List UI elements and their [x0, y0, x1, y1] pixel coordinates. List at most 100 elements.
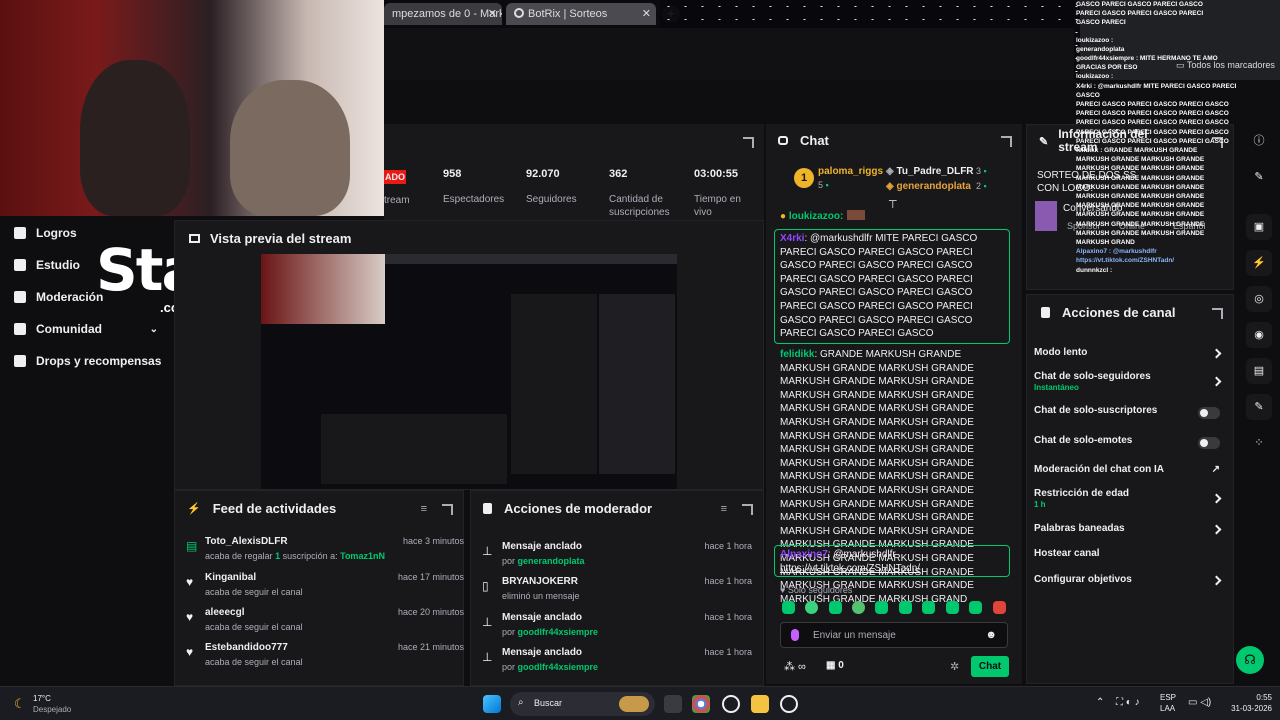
popout-icon[interactable]	[742, 504, 753, 515]
emote-button[interactable]	[922, 601, 935, 614]
apps-icon[interactable]: ⁘	[1246, 430, 1272, 456]
action-followers-only[interactable]: Chat de solo-seguidores Instantáneo	[1034, 371, 1224, 395]
overlay-line: MARKUSH GRAND	[1076, 239, 1135, 247]
emote-button[interactable]	[852, 601, 865, 614]
leader-row[interactable]: ◈ generandoplata	[886, 181, 971, 192]
action-ai-moderation[interactable]: Moderación del chat con IA ↗	[1034, 464, 1224, 486]
emote-button[interactable]	[946, 601, 959, 614]
chat-bubble-icon[interactable]: ◎	[1246, 286, 1272, 312]
close-icon[interactable]: ✕	[642, 7, 651, 20]
bolt-icon[interactable]: ⚡	[1246, 250, 1272, 276]
leader-count-value: 2	[976, 181, 982, 191]
mod-action-user[interactable]: goodlfr44xsiempre	[518, 627, 599, 637]
feed-item-user[interactable]: Estebandidoo777	[205, 642, 288, 653]
emote-button[interactable]	[829, 601, 842, 614]
preview-webcam	[261, 254, 385, 324]
chat-username[interactable]: X4rki	[780, 233, 804, 244]
help-headset-button[interactable]: ☊	[1236, 646, 1264, 674]
chat-username[interactable]: loukizazoo:	[789, 211, 843, 222]
action-label: Chat de solo-suscriptores	[1034, 405, 1158, 416]
feed-item-user[interactable]: Kinganibal	[205, 572, 256, 583]
mod-action-user[interactable]: generandoplata	[518, 556, 585, 566]
emote-button[interactable]	[993, 601, 1006, 614]
edit-icon[interactable]: ✎	[1246, 164, 1272, 190]
network-volume-icons[interactable]: ▭ ◁)	[1188, 697, 1211, 708]
taskbar-search[interactable]: ⌕ Buscar	[510, 692, 655, 716]
action-emote-only[interactable]: Chat de solo-emotes	[1034, 435, 1224, 457]
camera-icon[interactable]: ▣	[1246, 214, 1272, 240]
browser-tab[interactable]: mpezamos de 0 - Markus✕	[384, 3, 502, 25]
sidebar-item-comunidad[interactable]: Comunidad ⌄	[14, 318, 158, 340]
emote-button[interactable]	[899, 601, 912, 614]
emote-button[interactable]	[969, 601, 982, 614]
emote-only-toggle[interactable]	[1198, 437, 1220, 449]
microphone-icon[interactable]	[791, 629, 799, 641]
popout-icon[interactable]	[1212, 308, 1223, 319]
filter-icon[interactable]: ≡	[721, 503, 727, 515]
points-counter[interactable]: ▦ 0	[826, 660, 844, 671]
weather-temp[interactable]: 17°C	[33, 694, 51, 703]
sidebar-item-moderacion[interactable]: Moderación	[14, 286, 103, 308]
mod-action-user[interactable]: goodlfr44xsiempre	[518, 662, 599, 672]
leader-name[interactable]: paloma_riggs	[818, 166, 883, 177]
feed-item-user[interactable]: Toto_AlexisDLFR	[205, 536, 288, 547]
tray-icons[interactable]: ⛶ ◐ ♪	[1116, 697, 1140, 708]
action-subs-only[interactable]: Chat de solo-suscriptores	[1034, 405, 1224, 427]
emote-button[interactable]	[805, 601, 818, 614]
obs-icon[interactable]	[722, 695, 740, 713]
emoji-icon[interactable]: ☻	[985, 629, 997, 641]
action-label: Modo lento	[1034, 347, 1088, 358]
people-icon	[14, 323, 26, 335]
settings-icon[interactable]: ⁂ ∞	[784, 660, 806, 673]
action-host-channel[interactable]: Hostear canal	[1034, 548, 1224, 570]
close-icon[interactable]: ✕	[488, 7, 497, 20]
info-icon[interactable]: ⓘ	[1246, 128, 1272, 154]
popout-icon[interactable]	[442, 504, 453, 515]
feed-text: suscripción a:	[280, 551, 341, 561]
task-view-icon[interactable]	[664, 695, 682, 713]
language-layout[interactable]: LAA	[1160, 704, 1175, 713]
preview-video[interactable]	[261, 254, 677, 489]
sidebar-item-drops[interactable]: Drops y recompensas	[14, 350, 161, 372]
popout-icon[interactable]	[1001, 136, 1012, 147]
filter-icon[interactable]: ≡	[421, 503, 427, 515]
chat-input[interactable]: Enviar un mensaje ☻	[780, 622, 1008, 648]
chrome-icon[interactable]	[692, 695, 710, 713]
chat-username[interactable]: felidikk	[780, 349, 814, 360]
leader-row[interactable]: ◈ Tu_Padre_DLFR	[886, 166, 974, 177]
action-age-restriction[interactable]: Restricción de edad 1 h	[1034, 488, 1224, 512]
action-goals[interactable]: Configurar objetivos	[1034, 574, 1224, 596]
trash-icon: ▯	[482, 579, 489, 593]
media-player-icon[interactable]	[780, 695, 798, 713]
send-chat-button[interactable]: Chat	[971, 656, 1009, 677]
emote-button[interactable]	[875, 601, 888, 614]
action-slow-mode[interactable]: Modo lento	[1034, 347, 1224, 369]
chat-username[interactable]: Alpaxino7	[780, 549, 828, 560]
emote-button[interactable]	[782, 601, 795, 614]
guest-figure	[230, 80, 350, 216]
popout-icon[interactable]	[743, 137, 754, 148]
clock-date[interactable]: 31-03-2026	[1222, 704, 1272, 713]
wrench-icon[interactable]: ✎	[1246, 394, 1272, 420]
subs-only-toggle[interactable]	[1198, 407, 1220, 419]
windows-start-icon[interactable]	[483, 695, 501, 713]
chat-link[interactable]: https://vt.tiktok.com/ZSHNTadn/	[780, 563, 920, 574]
action-banned-words[interactable]: Palabras baneadas	[1034, 523, 1224, 545]
shield-icon	[1041, 306, 1050, 318]
overlay-line: X4rki : @markushdlfr MITE PARECI GASCO P…	[1076, 82, 1237, 99]
sidebar-item-estudio[interactable]: Estudio	[14, 254, 80, 276]
broadcast-icon[interactable]: ◉	[1246, 322, 1272, 348]
browser-tab[interactable]: BotRix | Sorteos ✕	[506, 3, 656, 25]
weather-desc[interactable]: Despejado	[33, 705, 71, 714]
clock-time[interactable]: 0:55	[1222, 693, 1272, 702]
language-indicator[interactable]: ESP	[1160, 693, 1176, 702]
address-bar-area	[384, 28, 1074, 80]
gear-icon[interactable]: ✲	[950, 660, 959, 673]
sidebar-item-logros[interactable]: Logros	[14, 222, 77, 244]
file-explorer-icon[interactable]	[751, 695, 769, 713]
feed-item-user[interactable]: aleeecgl	[205, 607, 244, 618]
clipboard-icon[interactable]: ▤	[1246, 358, 1272, 384]
leader-name: generandoplata	[896, 181, 971, 192]
mod-action-title[interactable]: BRYANJOKERR	[502, 576, 578, 587]
tray-chevron-icon[interactable]: ⌃	[1096, 697, 1104, 708]
